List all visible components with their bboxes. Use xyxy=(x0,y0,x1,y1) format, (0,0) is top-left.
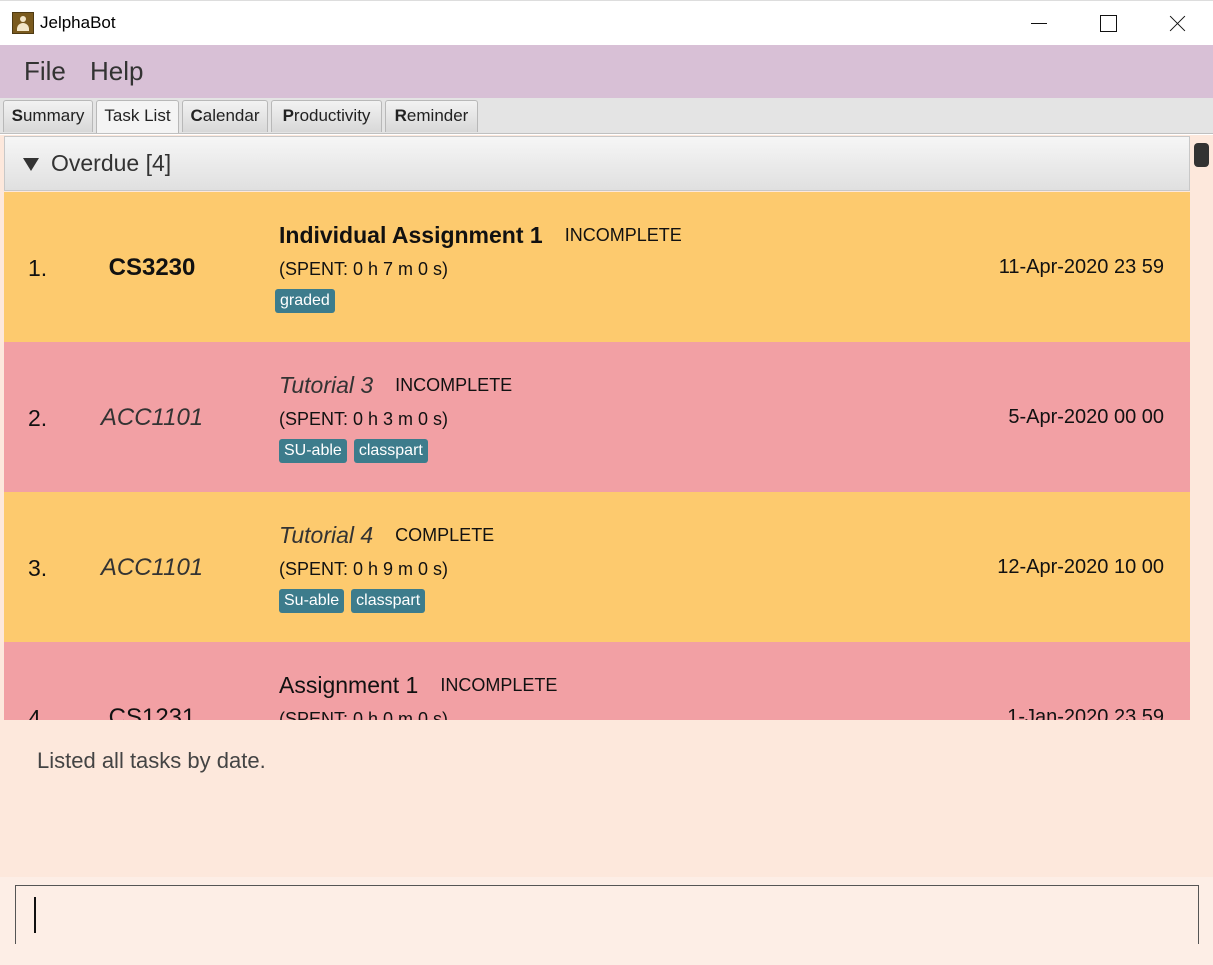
minimize-icon[interactable] xyxy=(1009,1,1069,46)
result-display: Listed all tasks by date. xyxy=(0,720,1213,877)
tag-badge: classpart xyxy=(353,439,428,463)
task-status: INCOMPLETE xyxy=(440,675,558,695)
group-title: Overdue [4] xyxy=(51,150,172,176)
task-deadline: 5-Apr-2020 00 00 xyxy=(1008,406,1164,428)
task-name: Tutorial 3 xyxy=(279,372,374,398)
tab-mnemonic: C xyxy=(190,106,203,125)
tag-badge: Su-able xyxy=(279,589,345,613)
result-message: Listed all tasks by date. xyxy=(37,748,266,773)
task-module: ACC1101 xyxy=(100,404,204,431)
task-tags: SU-able classpart xyxy=(279,439,435,463)
task-spent: (SPENT: 0 h 3 m 0 s) xyxy=(279,409,449,429)
tab-label: roductivity xyxy=(293,106,371,125)
tab-label: alendar xyxy=(202,106,260,125)
task-deadline: 1-Jan-2020 23 59 xyxy=(1007,706,1164,720)
task-row[interactable]: 1. CS3230 Individual Assignment 1 INCOMPL… xyxy=(4,192,1190,342)
task-name-line: Assignment 1 INCOMPLETE xyxy=(279,672,557,699)
tab-bar: Summary Task List Calendar Productivity … xyxy=(0,98,1213,134)
task-spent: (SPENT: 0 h 9 m 0 s) xyxy=(279,559,449,579)
task-deadline: 12-Apr-2020 10 00 xyxy=(997,556,1164,578)
tab-mnemonic: T xyxy=(104,106,113,125)
task-module: ACC1101 xyxy=(100,554,204,581)
tab-reminder[interactable]: Reminder xyxy=(385,100,478,132)
overdue-group-header[interactable]: Overdue [4] xyxy=(4,136,1190,191)
tag-badge: SU-able xyxy=(279,439,347,463)
title-bar: JelphaBot xyxy=(0,0,1213,45)
maximize-icon[interactable] xyxy=(1078,1,1138,46)
task-row[interactable]: 2. ACC1101 Tutorial 3 INCOMPLETE (SPENT: … xyxy=(4,342,1190,492)
scrollbar-thumb[interactable] xyxy=(1194,143,1209,167)
tab-mnemonic: S xyxy=(11,106,23,125)
menu-file[interactable]: File xyxy=(24,56,66,87)
tab-label: ummary xyxy=(22,106,85,125)
task-tags: graded xyxy=(275,289,342,313)
task-list-panel: Overdue [4] 1. CS3230 Individual Assignm… xyxy=(0,135,1213,720)
task-row[interactable]: 3. ACC1101 Tutorial 4 COMPLETE (SPENT: 0 … xyxy=(4,492,1190,642)
tab-summary[interactable]: Summary xyxy=(3,100,93,132)
menu-bar: File Help xyxy=(0,45,1213,98)
task-spent: (SPENT: 0 h 0 m 0 s) xyxy=(279,709,449,720)
task-status: COMPLETE xyxy=(395,525,495,545)
close-icon[interactable] xyxy=(1148,1,1208,46)
task-name: Assignment 1 xyxy=(279,672,419,698)
task-row[interactable]: 4. CS1231 Assignment 1 INCOMPLETE (SPENT:… xyxy=(4,642,1190,720)
triangle-down-icon[interactable] xyxy=(23,158,39,171)
task-name: Tutorial 4 xyxy=(279,522,374,548)
tab-label: eminder xyxy=(406,106,469,125)
command-box xyxy=(0,877,1213,965)
tag-badge: classpart xyxy=(351,589,426,613)
task-module: CS3230 xyxy=(108,254,196,281)
task-name-line: Individual Assignment 1 INCOMPLETE xyxy=(279,222,682,249)
text-caret xyxy=(34,897,36,933)
tab-calendar[interactable]: Calendar xyxy=(182,100,268,132)
tab-task-list[interactable]: Task List xyxy=(96,100,179,133)
window-title: JelphaBot xyxy=(40,13,116,32)
scrollbar[interactable] xyxy=(1191,135,1213,720)
task-spent: (SPENT: 0 h 7 m 0 s) xyxy=(279,259,449,279)
tab-mnemonic: R xyxy=(394,106,407,125)
task-name-line: Tutorial 3 INCOMPLETE xyxy=(279,372,512,399)
app-person-icon xyxy=(12,12,34,34)
task-status: INCOMPLETE xyxy=(395,375,513,395)
tag-badge: graded xyxy=(275,289,335,313)
task-name-line: Tutorial 4 COMPLETE xyxy=(279,522,494,549)
command-input[interactable] xyxy=(15,885,1199,944)
task-name: Individual Assignment 1 xyxy=(279,222,543,248)
tab-productivity[interactable]: Productivity xyxy=(271,100,382,132)
menu-help[interactable]: Help xyxy=(90,56,143,87)
tab-label: ask List xyxy=(112,106,171,125)
tab-mnemonic: P xyxy=(282,106,294,125)
task-module: CS1231 xyxy=(108,704,196,720)
task-status: INCOMPLETE xyxy=(564,225,682,245)
task-deadline: 11-Apr-2020 23 59 xyxy=(998,256,1164,278)
task-tags: Su-able classpart xyxy=(279,589,432,613)
